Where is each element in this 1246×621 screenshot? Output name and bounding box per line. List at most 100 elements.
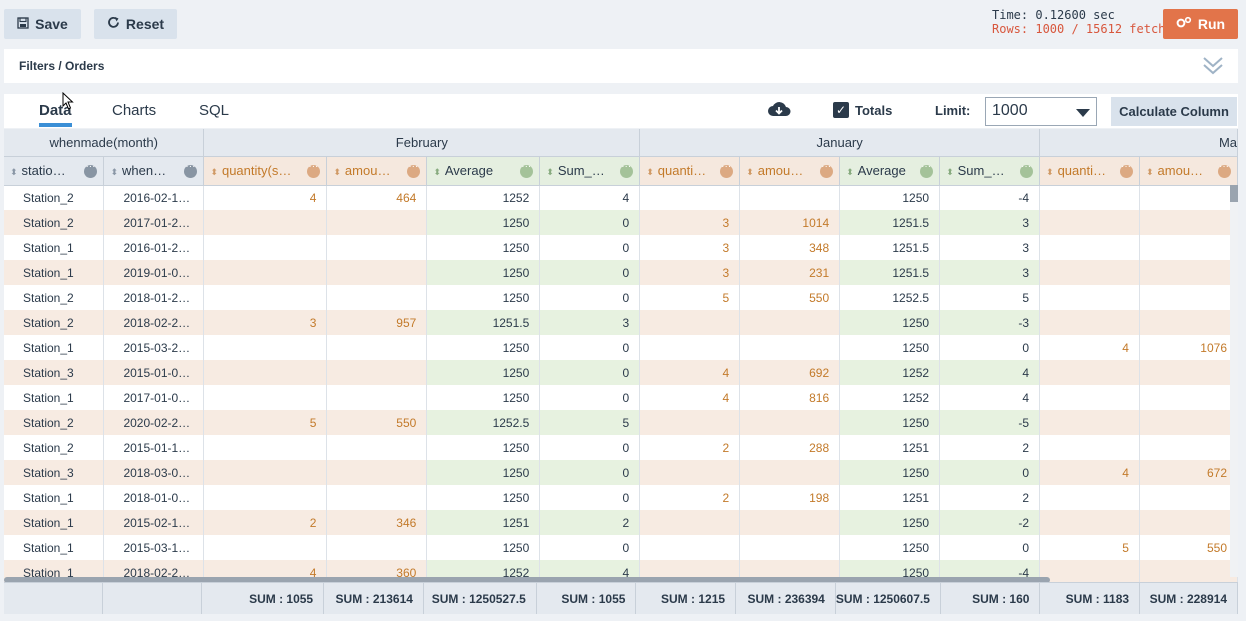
- sort-icon[interactable]: ⬍: [1046, 167, 1054, 178]
- sort-icon[interactable]: ⬍: [1146, 167, 1154, 178]
- table-cell[interactable]: [739, 310, 841, 335]
- table-cell[interactable]: 2015-01-0…: [103, 360, 205, 385]
- table-cell[interactable]: 1250: [426, 260, 541, 285]
- table-cell[interactable]: 4: [639, 385, 741, 410]
- table-cell[interactable]: 5: [639, 285, 741, 310]
- table-cell[interactable]: 4: [1039, 460, 1140, 485]
- table-cell[interactable]: [639, 535, 741, 560]
- table-cell[interactable]: 464: [326, 185, 428, 210]
- column-menu-icon[interactable]: [520, 161, 534, 178]
- table-row[interactable]: Station_3 2018-03-0… 1250 0 1250 0 4 672: [4, 460, 1238, 485]
- table-cell[interactable]: 0: [939, 335, 1041, 360]
- column-menu-icon[interactable]: [1218, 161, 1231, 178]
- table-cell[interactable]: 692: [739, 360, 841, 385]
- table-row[interactable]: Station_3 2015-01-0… 1250 0 4 692 1252 4: [4, 360, 1238, 385]
- table-cell[interactable]: [326, 485, 428, 510]
- table-cell[interactable]: 1250: [839, 310, 941, 335]
- table-cell[interactable]: [203, 460, 328, 485]
- table-cell[interactable]: Station_1: [4, 260, 105, 285]
- table-cell[interactable]: [1039, 410, 1140, 435]
- table-cell[interactable]: 2016-02-1…: [103, 185, 205, 210]
- table-cell[interactable]: [203, 260, 328, 285]
- table-cell[interactable]: -3: [939, 310, 1041, 335]
- table-cell[interactable]: 1251.5: [839, 235, 941, 260]
- table-cell[interactable]: 2018-02-2…: [103, 310, 205, 335]
- table-cell[interactable]: 2: [939, 485, 1041, 510]
- table-row[interactable]: Station_1 2016-01-2… 1250 0 3 348 1251.5 3: [4, 235, 1238, 260]
- column-header[interactable]: ⬍ Average: [426, 156, 541, 186]
- table-cell[interactable]: 0: [539, 235, 641, 260]
- table-cell[interactable]: 2018-03-0…: [103, 460, 205, 485]
- column-header[interactable]: ⬍ amou…: [326, 156, 428, 186]
- tab-charts[interactable]: Charts: [112, 102, 156, 119]
- table-cell[interactable]: 2: [203, 510, 328, 535]
- table-cell[interactable]: [1039, 185, 1140, 210]
- table-cell[interactable]: [1139, 285, 1238, 310]
- calculate-column-button[interactable]: Calculate Column: [1111, 97, 1237, 126]
- table-cell[interactable]: [639, 335, 741, 360]
- table-cell[interactable]: 4: [539, 185, 641, 210]
- table-cell[interactable]: Station_1: [4, 535, 105, 560]
- table-cell[interactable]: 2015-02-1…: [103, 510, 205, 535]
- table-cell[interactable]: 3: [639, 260, 741, 285]
- table-cell[interactable]: Station_1: [4, 335, 105, 360]
- sort-icon[interactable]: ⬍: [333, 167, 341, 178]
- table-cell[interactable]: 2015-03-2…: [103, 335, 205, 360]
- table-cell[interactable]: [203, 335, 328, 360]
- table-cell[interactable]: 1252: [426, 185, 541, 210]
- table-cell[interactable]: 3: [939, 235, 1041, 260]
- sort-icon[interactable]: ⬍: [646, 167, 654, 178]
- table-cell[interactable]: [1039, 210, 1140, 235]
- table-row[interactable]: Station_2 2016-02-1… 4 464 1252 4 1250 -4: [4, 185, 1238, 210]
- column-menu-icon[interactable]: [820, 161, 834, 178]
- table-cell[interactable]: 5: [203, 410, 328, 435]
- table-cell[interactable]: [1139, 260, 1238, 285]
- table-cell[interactable]: 198: [739, 485, 841, 510]
- table-cell[interactable]: 1250: [426, 235, 541, 260]
- table-row[interactable]: Station_1 2015-03-2… 1250 0 1250 0 4 1076: [4, 335, 1238, 360]
- tab-sql[interactable]: SQL: [199, 102, 229, 119]
- table-cell[interactable]: 1251.5: [839, 260, 941, 285]
- table-cell[interactable]: 0: [539, 285, 641, 310]
- table-cell[interactable]: [203, 435, 328, 460]
- table-cell[interactable]: 2017-01-2…: [103, 210, 205, 235]
- table-cell[interactable]: 1252.5: [426, 410, 541, 435]
- totals-checkbox[interactable]: ✓: [833, 102, 849, 118]
- table-cell[interactable]: 4: [203, 185, 328, 210]
- table-cell[interactable]: 2: [639, 485, 741, 510]
- table-cell[interactable]: [639, 310, 741, 335]
- table-cell[interactable]: [1139, 485, 1238, 510]
- table-cell[interactable]: Station_2: [4, 410, 105, 435]
- table-cell[interactable]: [639, 410, 741, 435]
- table-cell[interactable]: 5: [939, 285, 1041, 310]
- column-menu-icon[interactable]: [184, 161, 198, 178]
- table-cell[interactable]: 550: [1139, 535, 1238, 560]
- column-menu-icon[interactable]: [1119, 161, 1133, 178]
- column-header[interactable]: ⬍ amou…: [739, 156, 841, 186]
- table-cell[interactable]: 1250: [426, 385, 541, 410]
- table-row[interactable]: Station_2 2018-01-2… 1250 0 5 550 1252.5 5: [4, 285, 1238, 310]
- save-button[interactable]: Save: [4, 9, 81, 39]
- column-header[interactable]: ⬍ amou…: [1139, 156, 1238, 186]
- table-cell[interactable]: -2: [939, 510, 1041, 535]
- column-header[interactable]: ⬍ quanti…: [1039, 156, 1140, 186]
- table-cell[interactable]: [326, 360, 428, 385]
- column-menu-icon[interactable]: [407, 161, 421, 178]
- table-cell[interactable]: [1139, 410, 1238, 435]
- table-cell[interactable]: 550: [326, 410, 428, 435]
- table-cell[interactable]: 0: [539, 360, 641, 385]
- table-cell[interactable]: 1251.5: [839, 210, 941, 235]
- table-cell[interactable]: 346: [326, 510, 428, 535]
- table-cell[interactable]: [203, 535, 328, 560]
- table-cell[interactable]: [639, 185, 741, 210]
- reset-button[interactable]: Reset: [94, 9, 177, 39]
- limit-select[interactable]: 1000: [985, 97, 1097, 126]
- table-cell[interactable]: [1039, 235, 1140, 260]
- table-cell[interactable]: 1250: [426, 360, 541, 385]
- table-cell[interactable]: 1251: [426, 510, 541, 535]
- column-header[interactable]: ⬍ quantity(s…: [203, 156, 328, 186]
- table-cell[interactable]: 2018-01-2…: [103, 285, 205, 310]
- table-cell[interactable]: [326, 235, 428, 260]
- table-cell[interactable]: 3: [539, 310, 641, 335]
- column-menu-icon[interactable]: [1020, 161, 1034, 178]
